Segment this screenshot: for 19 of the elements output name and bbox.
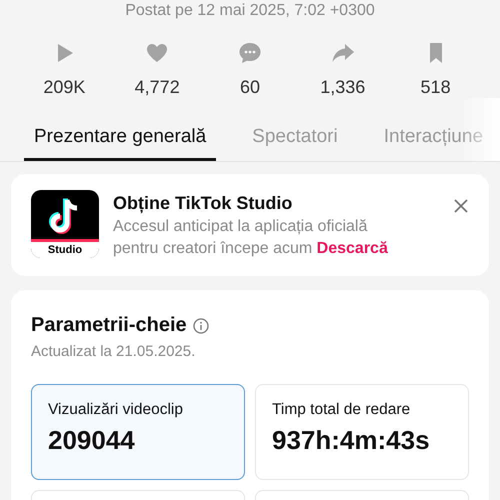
download-link[interactable]: Descarcă [316,240,388,257]
metrics-title: Parametrii-cheie [31,314,187,337]
stat-count: 4,772 [134,77,180,98]
stat-count: 60 [240,77,260,98]
close-icon[interactable] [453,198,469,214]
info-icon[interactable] [192,318,209,334]
promo-text: Accesul anticipat la aplicația oficială pentru creatori începe acum Descarcă [113,217,389,259]
metric-tile[interactable]: Vizualizări videoclip 209044 [31,384,245,480]
heart-icon [145,41,170,65]
stat-count: 518 [420,77,451,98]
app-icon: Studio [31,190,99,258]
metric-tile[interactable]: Timp total de redare 937h:4m:43s [255,384,469,480]
updated-date: Actualizat la 21.05.2025. [31,343,196,360]
stat-count: 1,336 [320,77,366,98]
comment-icon [238,41,262,65]
promo-title: Obține TikTok Studio [113,193,294,214]
posted-date: Postat pe 12 mai 2025, 7:02 +0300 [124,1,376,21]
stat-count: 209K [43,77,86,98]
tab[interactable]: Prezentare generală [24,126,216,161]
